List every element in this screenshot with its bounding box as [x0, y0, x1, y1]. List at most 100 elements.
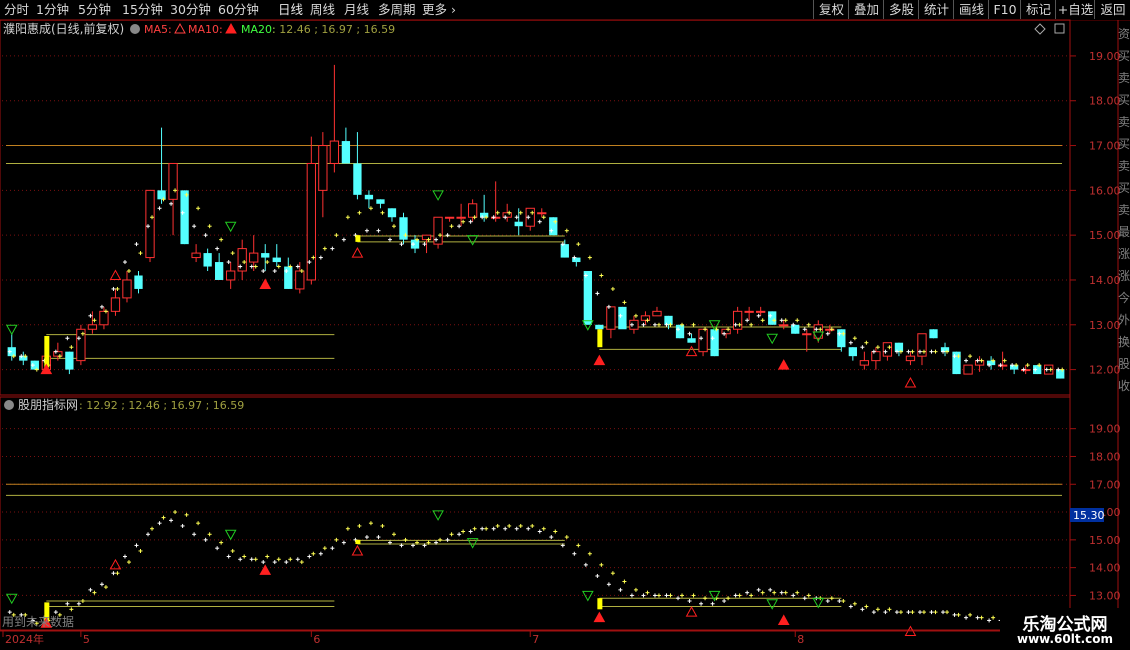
main-panel-settings-icon[interactable] — [130, 24, 140, 34]
candle-body-17 — [203, 253, 212, 267]
candle-body-29 — [341, 141, 351, 164]
x-axis-label-4: 8 — [797, 633, 804, 646]
main-panel-frame — [0, 19, 1071, 396]
sub-green-triangle-4 — [581, 590, 594, 602]
sub-y-tick-label-0: 19.00 — [1089, 423, 1121, 436]
sub-green-triangle-1 — [224, 529, 237, 541]
candle-body-38 — [444, 216, 455, 219]
main-y-tick-label-0: 19.00 — [1089, 50, 1121, 63]
ma10-triangle-icon — [225, 22, 237, 34]
candle-body-40 — [467, 203, 478, 218]
panel-options-icon[interactable] — [1054, 23, 1065, 34]
sub-panel-settings-icon[interactable] — [4, 400, 14, 410]
candle-body-63 — [732, 310, 743, 330]
candle-body-79 — [917, 333, 927, 357]
sub-y-tick-label-4: 15.00 — [1089, 534, 1121, 547]
candle-body-16 — [191, 252, 201, 259]
candle-body-43 — [502, 212, 512, 218]
candle-body-32 — [376, 199, 385, 204]
main-red-triangle-5 — [685, 345, 698, 357]
sub-red-triangle-4 — [593, 611, 606, 623]
sub-red-triangle-2 — [259, 564, 272, 575]
candle-body-1 — [19, 356, 28, 361]
candle-body-19 — [226, 270, 236, 281]
candle-body-49 — [572, 257, 581, 263]
candle-body-50 — [583, 271, 592, 325]
candle-body-31 — [364, 194, 374, 200]
candle-body-74 — [859, 360, 870, 366]
candle-body-64 — [744, 310, 754, 313]
candle-body-55 — [640, 315, 651, 321]
candle-body-10 — [122, 279, 132, 299]
candle-body-46 — [537, 212, 547, 215]
candle-body-61 — [710, 329, 719, 357]
candle-body-80 — [929, 329, 938, 339]
x-axis-label-0: 2024年 — [5, 632, 44, 646]
sub-y-tick-label-2: 17.00 — [1089, 478, 1121, 491]
ma5-label: MA5: — [144, 23, 172, 36]
sub-signal-bar-2 — [597, 598, 603, 610]
main-panel-title: 濮阳惠成(日线,前复权) — [3, 21, 124, 36]
main-y-tick-label-3: 16.00 — [1089, 184, 1121, 197]
candle-body-81 — [940, 347, 950, 352]
main-red-triangle-7 — [904, 377, 917, 388]
main-panel-values: : 12.46 ; 16.97 ; 16.59 — [272, 23, 395, 36]
candle-body-51 — [595, 324, 604, 330]
right-strip-char-4: 卖 — [1118, 115, 1130, 129]
watermark: 乐淘公式网 www.60lt.com — [1000, 608, 1130, 650]
ma5-triangle-icon — [174, 22, 186, 34]
right-strip-char-13: 外 — [1118, 313, 1130, 327]
candle-body-48 — [560, 244, 569, 258]
candle-body-33 — [387, 208, 397, 218]
right-strip-char-16: 收 — [1118, 379, 1130, 393]
right-strip-char-7: 买 — [1118, 181, 1130, 195]
candle-body-30 — [353, 163, 362, 195]
main-y-tick-label-1: 18.00 — [1089, 95, 1121, 108]
main-red-triangle-6 — [777, 359, 790, 370]
candle-body-77 — [894, 342, 904, 352]
main-y-tick-label-5: 14.00 — [1089, 274, 1121, 287]
candle-body-8 — [99, 310, 109, 326]
candle-body-56 — [652, 310, 662, 317]
main-signal-bar-0 — [44, 335, 50, 368]
candle-body-7 — [87, 324, 98, 330]
candle-body-53 — [618, 306, 627, 330]
candle-body-78 — [905, 355, 916, 362]
candle-body-82 — [952, 351, 961, 375]
current-price-label: 15.30 — [1073, 509, 1105, 522]
chart-area[interactable]: 19.00 18.00 17.00 16.00 15.00 14.00 13.00 12.00… — [0, 0, 1130, 650]
sub-green-triangle-6 — [766, 599, 779, 610]
right-strip-char-10: 涨 — [1118, 246, 1130, 261]
right-strip-char-9: 最 — [1118, 225, 1130, 239]
candle-body-34 — [399, 217, 408, 240]
candle-body-58 — [675, 324, 685, 339]
diamond-icon[interactable] — [1034, 23, 1046, 35]
candle-body-12 — [145, 189, 155, 259]
candle-body-4 — [53, 351, 63, 357]
candle-body-22 — [261, 253, 270, 258]
candle-body-36 — [421, 234, 432, 241]
right-strip-char-8: 卖 — [1118, 203, 1130, 217]
main-green-triangle-3 — [466, 235, 479, 246]
right-strip-char-6: 卖 — [1118, 159, 1130, 173]
candle-body-72 — [837, 329, 846, 348]
main-red-triangle-2 — [259, 278, 272, 289]
candle-body-15 — [180, 190, 189, 245]
right-strip-char-11: 涨 — [1118, 268, 1130, 283]
future-data-note: 用到未来数据 — [2, 614, 74, 629]
x-axis-label-1: 5 — [83, 633, 90, 646]
sub-green-triangle-7 — [812, 597, 825, 609]
candle-body-75 — [871, 351, 881, 362]
candle-body-52 — [606, 306, 616, 330]
main-green-triangle-1 — [224, 221, 237, 233]
main-y-tick-label-4: 15.00 — [1089, 229, 1121, 242]
candle-body-28 — [329, 140, 340, 164]
candle-body-83 — [963, 364, 973, 375]
sub-red-triangle-6 — [777, 614, 790, 625]
candle-body-60 — [698, 328, 708, 353]
sub-y-tick-label-6: 13.00 — [1089, 589, 1121, 602]
candle-body-57 — [664, 315, 673, 325]
candle-body-14 — [168, 162, 178, 200]
candle-body-62 — [721, 328, 731, 335]
candle-body-87 — [1010, 365, 1019, 370]
